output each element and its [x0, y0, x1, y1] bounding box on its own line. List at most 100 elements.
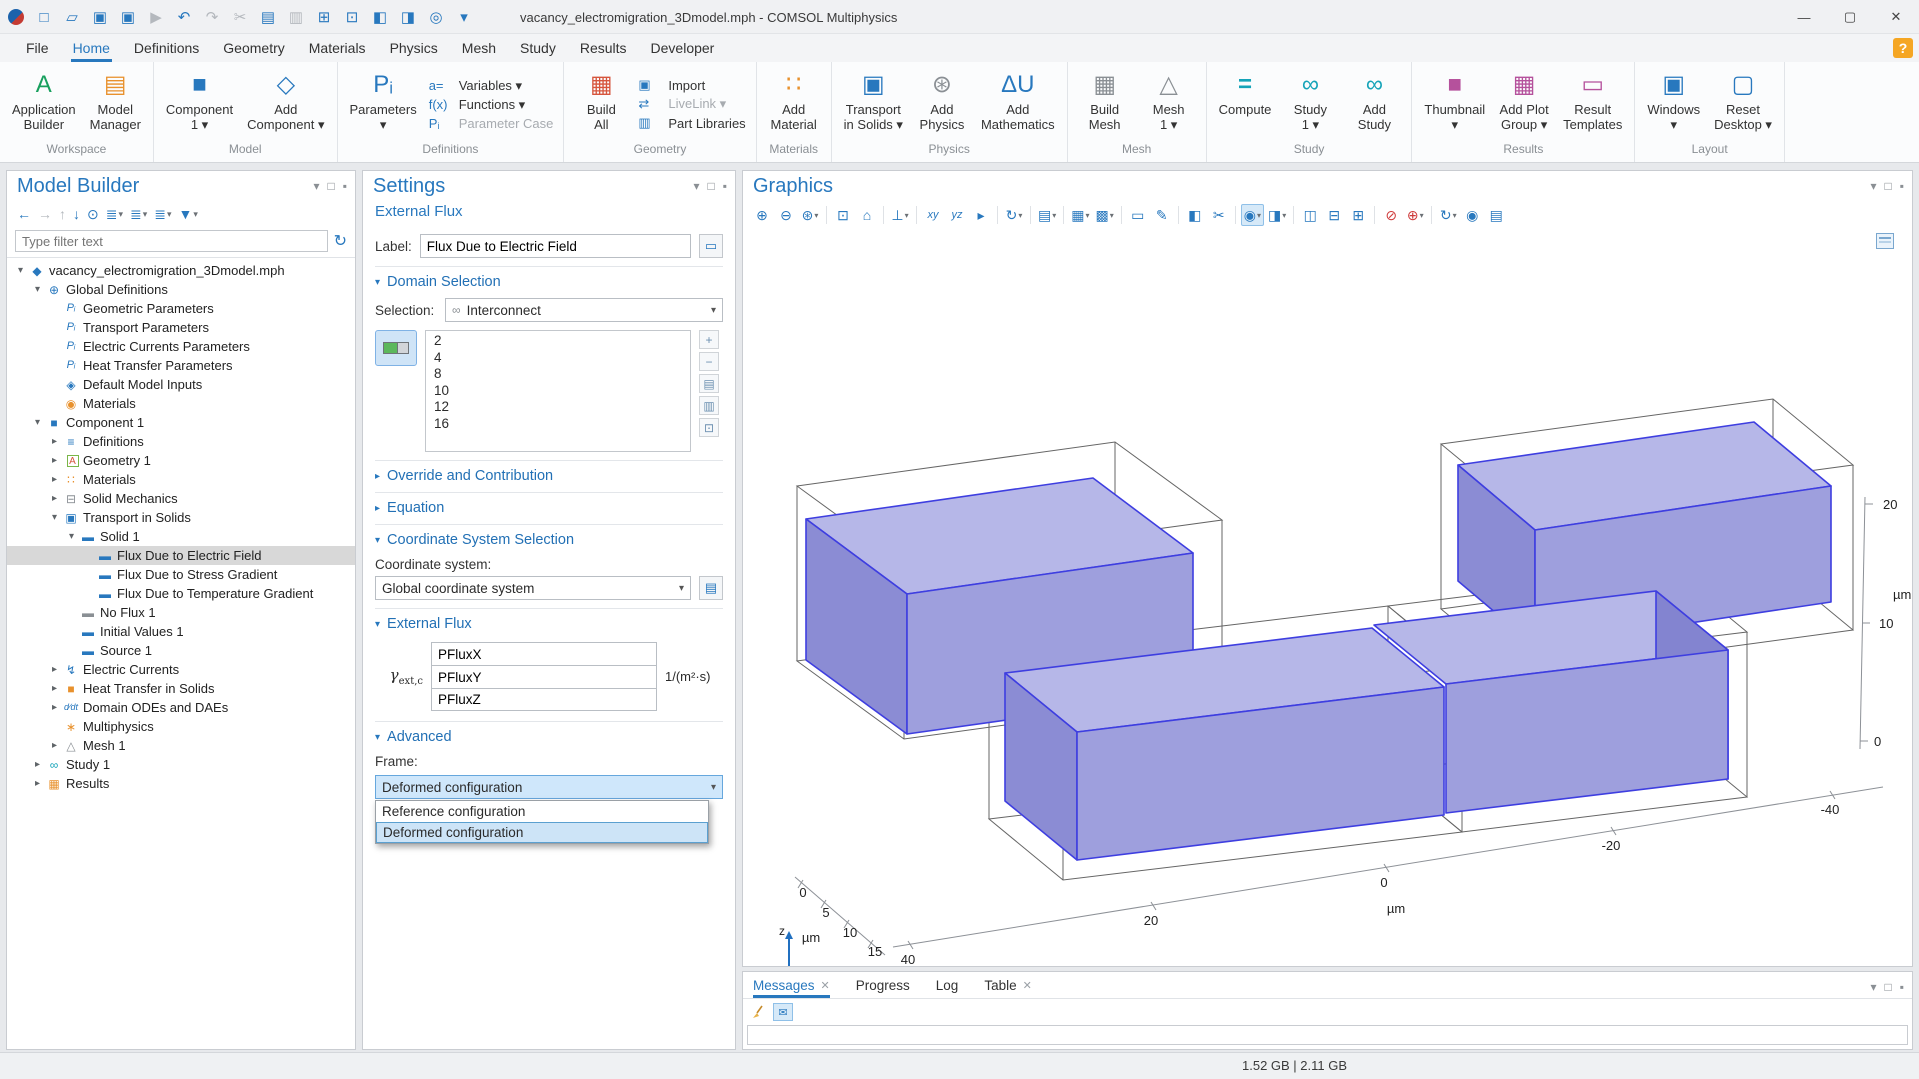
tree-filter-input[interactable]: [15, 230, 328, 252]
tab-geometry[interactable]: Geometry: [211, 34, 296, 62]
customize-qat-icon[interactable]: ▾: [452, 5, 476, 29]
compute-button[interactable]: = Compute: [1213, 66, 1278, 142]
open-file-icon[interactable]: ▱: [60, 5, 84, 29]
new-file-icon[interactable]: □: [32, 5, 56, 29]
add-plot-group-button[interactable]: ▦ Add Plot Group ▾: [1493, 66, 1555, 142]
result-templates-button[interactable]: ▭ Result Templates: [1557, 66, 1628, 142]
tree-item-component-1[interactable]: ▾■Component 1: [7, 413, 355, 432]
tree-item-materials[interactable]: ▸∷Materials: [7, 470, 355, 489]
float-panel-icon[interactable]: □: [1884, 980, 1891, 994]
flux-z-input[interactable]: [431, 688, 657, 711]
flux-x-input[interactable]: [431, 642, 657, 665]
variables-button[interactable]: a= Variables ▾: [429, 78, 554, 94]
find-icon[interactable]: ◎: [424, 5, 448, 29]
tree-item-transport-parameters[interactable]: PᵢTransport Parameters: [7, 318, 355, 337]
tree-item-solid-mechanics[interactable]: ▸⊟Solid Mechanics: [7, 489, 355, 508]
reset-desktop-button[interactable]: ▢ Reset Desktop ▾: [1708, 66, 1778, 142]
tab-log[interactable]: Log: [936, 978, 959, 998]
close-tab-icon[interactable]: ✕: [1023, 979, 1032, 992]
tab-developer[interactable]: Developer: [639, 34, 727, 62]
tab-physics[interactable]: Physics: [378, 34, 450, 62]
tree-item-transport-in-solids[interactable]: ▾▣Transport in Solids: [7, 508, 355, 527]
pin-panel-icon[interactable]: ▪: [723, 179, 727, 193]
add-to-selection-icon[interactable]: +: [699, 330, 719, 349]
equation-header[interactable]: ▸ Equation: [375, 492, 723, 516]
float-panel-icon[interactable]: □: [1884, 179, 1891, 193]
thumbnail-button[interactable]: ■ Thumbnail ▾: [1418, 66, 1491, 142]
show-message-window-icon[interactable]: ✉: [773, 1003, 793, 1021]
rotate-view-icon[interactable]: ↻▾: [1003, 204, 1025, 226]
panel-menu-icon[interactable]: ▾: [313, 179, 319, 193]
tree-item-materials-global[interactable]: ◉Materials: [7, 394, 355, 413]
frame-combobox[interactable]: Deformed configuration ▾: [375, 775, 723, 799]
split-horizontal-icon[interactable]: ◫: [1299, 204, 1321, 226]
tree-item-results[interactable]: ▸▦Results: [7, 774, 355, 793]
tab-table[interactable]: Table ✕: [984, 978, 1032, 998]
panel-menu-icon[interactable]: ▾: [693, 179, 699, 193]
duplicate-icon[interactable]: ⊞: [312, 5, 336, 29]
frame-option-deformed[interactable]: Deformed configuration: [376, 822, 708, 843]
filter-icon[interactable]: ▼▾: [179, 206, 198, 222]
copy-icon[interactable]: ▤: [256, 5, 280, 29]
external-flux-header[interactable]: ▾ External Flux: [375, 608, 723, 632]
back-icon[interactable]: ←: [17, 206, 31, 222]
study-1-button[interactable]: ∞ Study 1 ▾: [1279, 66, 1341, 142]
tab-progress[interactable]: Progress: [856, 978, 910, 998]
split-vertical-icon[interactable]: ⊟: [1323, 204, 1345, 226]
part-libraries-button[interactable]: ▥ Part Libraries: [638, 115, 745, 131]
tree-item-default-model-inputs[interactable]: ◈Default Model Inputs: [7, 375, 355, 394]
panel-menu-icon[interactable]: ▾: [1870, 980, 1876, 994]
rename-label-icon[interactable]: ▭: [699, 234, 723, 258]
expand-all-icon[interactable]: ≣▾: [106, 206, 123, 223]
refresh-icon[interactable]: ↻: [334, 231, 347, 251]
environment-reflections-icon[interactable]: ◨▾: [1266, 204, 1288, 226]
add-component-button[interactable]: ◇ Add Component ▾: [241, 66, 330, 142]
paste-selection-icon[interactable]: ▥: [699, 396, 719, 415]
tree-item-study-1[interactable]: ▸∞Study 1: [7, 755, 355, 774]
zoom-in-icon[interactable]: ⊕: [751, 204, 773, 226]
zoom-out-icon[interactable]: ⊖: [775, 204, 797, 226]
add-mathematics-button[interactable]: ΔU Add Mathematics: [975, 66, 1061, 142]
tree-item-domain-odes-and-daes[interactable]: ▸d∕dtDomain ODEs and DAEs: [7, 698, 355, 717]
tree-item-electric-currents[interactable]: ▸↯Electric Currents: [7, 660, 355, 679]
maximize-button[interactable]: ▢: [1827, 0, 1873, 34]
build-all-button[interactable]: ▦ Build All: [570, 66, 632, 142]
plot-menu-icon[interactable]: ▦▾: [1069, 204, 1091, 226]
select-box-icon[interactable]: ▭: [1127, 204, 1149, 226]
selection-off-icon[interactable]: ⊘: [1380, 204, 1402, 226]
tree-item-geometric-parameters[interactable]: PᵢGeometric Parameters: [7, 299, 355, 318]
float-panel-icon[interactable]: □: [707, 179, 714, 193]
import-button[interactable]: ▣ Import: [638, 77, 745, 93]
merge-views-icon[interactable]: ⊞: [1347, 204, 1369, 226]
tree-item-heat-transfer-in-solids[interactable]: ▸■Heat Transfer in Solids: [7, 679, 355, 698]
tab-materials[interactable]: Materials: [297, 34, 378, 62]
tree-item-multiphysics[interactable]: ∗Multiphysics: [7, 717, 355, 736]
clear-messages-icon[interactable]: [751, 1004, 767, 1020]
add-material-button[interactable]: ∷ Add Material: [763, 66, 825, 142]
add-study-button[interactable]: ∞ Add Study: [1343, 66, 1405, 142]
print-icon[interactable]: ▤: [1485, 204, 1507, 226]
update-scene-icon[interactable]: ↻▾: [1437, 204, 1459, 226]
view-yz-icon[interactable]: yz: [946, 204, 968, 226]
tree-item-heat-transfer-parameters[interactable]: PᵢHeat Transfer Parameters: [7, 356, 355, 375]
transparency-icon[interactable]: ◧: [1184, 204, 1206, 226]
transport-in-solids-button[interactable]: ▣ Transport in Solids ▾: [838, 66, 909, 142]
tree-item-source-1[interactable]: ▬Source 1: [7, 641, 355, 660]
tree-item-no-flux-1[interactable]: ▬No Flux 1: [7, 603, 355, 622]
remove-from-selection-icon[interactable]: −: [699, 352, 719, 371]
clear-selection-icon[interactable]: ◨: [396, 5, 420, 29]
tree-item-geometry-1[interactable]: ▸AGeometry 1: [7, 451, 355, 470]
domain-selection-header[interactable]: ▾ Domain Selection: [375, 266, 723, 290]
pin-panel-icon[interactable]: ▪: [1900, 980, 1904, 994]
tab-messages[interactable]: Messages ✕: [753, 978, 830, 998]
flux-y-input[interactable]: [431, 665, 657, 688]
application-builder-button[interactable]: A Application Builder: [6, 66, 82, 142]
pin-panel-icon[interactable]: ▪: [1900, 179, 1904, 193]
minimize-button[interactable]: —: [1781, 0, 1827, 34]
select-icon[interactable]: ◧: [368, 5, 392, 29]
advanced-header[interactable]: ▾ Advanced: [375, 721, 723, 745]
tree-item-flux-due-to-temperature-gradient[interactable]: ▬Flux Due to Temperature Gradient: [7, 584, 355, 603]
component-1-button[interactable]: ■ Component 1 ▾: [160, 66, 239, 142]
tab-file[interactable]: File: [14, 34, 61, 62]
go-to-source-icon[interactable]: ▤: [699, 576, 723, 600]
